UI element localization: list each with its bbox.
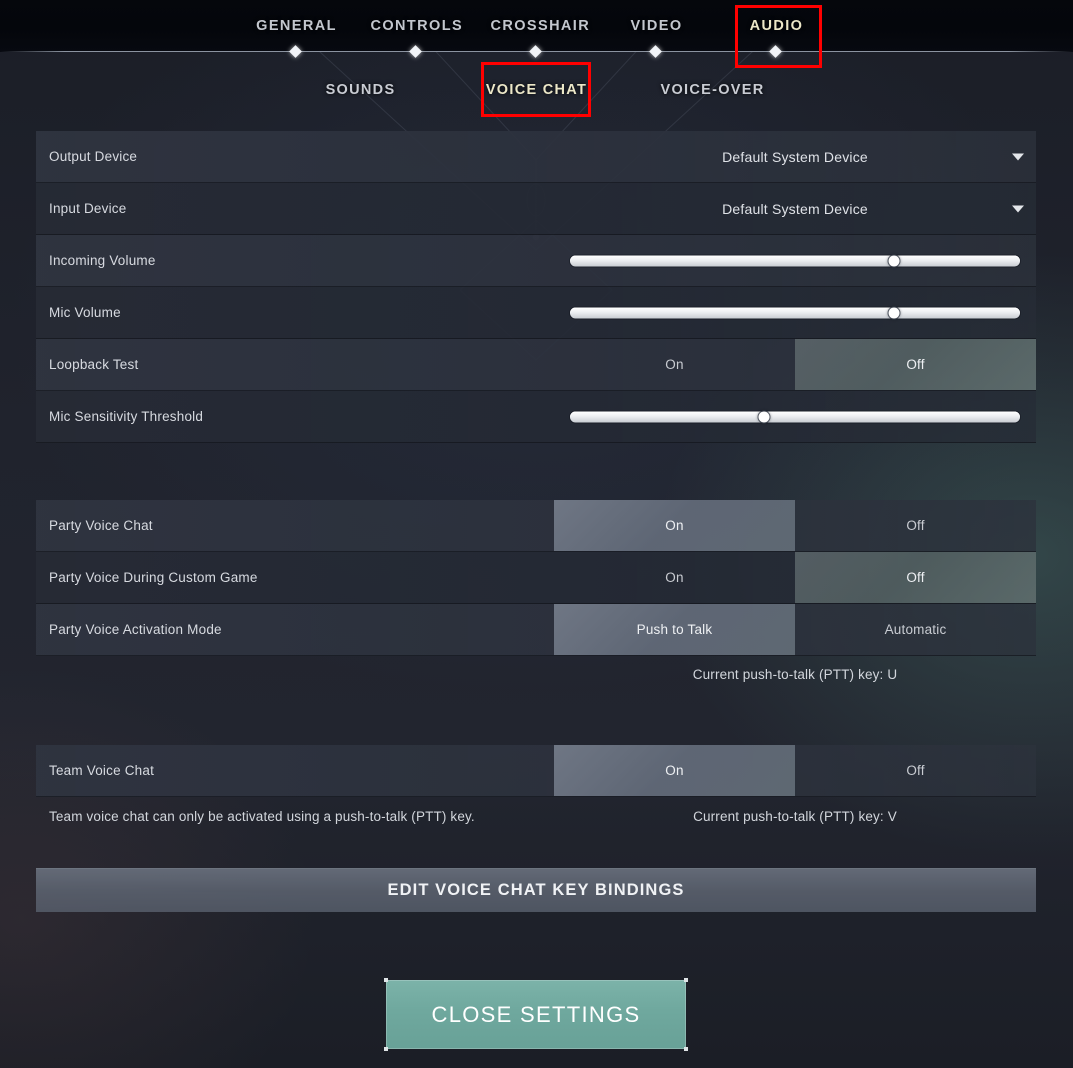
corner-marker-tr	[684, 978, 688, 982]
party-push-to-talk-key-note: Current push-to-talk (PTT) key: U	[692, 667, 898, 682]
setting-label: Output Device	[49, 149, 138, 164]
toggle-option-on[interactable]: On	[554, 552, 795, 603]
setting-control	[554, 235, 1036, 286]
setting-control: On Off	[554, 339, 1036, 390]
loopback-test-toggle: On Off	[554, 339, 1036, 390]
subtab-voice-chat[interactable]: VOICE CHAT	[449, 82, 625, 98]
setting-row-input-device: Input Device Default System Device	[36, 183, 1036, 235]
corner-marker-br	[684, 1047, 688, 1051]
tab-audio[interactable]: AUDIO	[717, 18, 837, 34]
toggle-option-automatic[interactable]: Automatic	[795, 604, 1036, 655]
tab-controls[interactable]: CONTROLS	[357, 18, 477, 34]
toggle-option-off[interactable]: Off	[795, 552, 1036, 603]
mic-volume-slider[interactable]	[570, 306, 1020, 320]
party-voice-settings-group: Party Voice Chat On Off Party Voice Duri…	[36, 500, 1036, 656]
setting-control: Default System Device	[554, 183, 1036, 234]
voice-device-settings-group: Output Device Default System Device Inpu…	[36, 131, 1036, 443]
toggle-option-on[interactable]: On	[554, 745, 795, 796]
toggle-option-off[interactable]: Off	[795, 745, 1036, 796]
setting-row-mic-sensitivity-threshold: Mic Sensitivity Threshold	[36, 391, 1036, 443]
slider-track[interactable]	[570, 411, 1020, 422]
chevron-down-icon	[1012, 205, 1024, 212]
party-voice-activation-toggle: Push to Talk Automatic	[554, 604, 1036, 655]
setting-row-incoming-volume: Incoming Volume	[36, 235, 1036, 287]
setting-label: Party Voice During Custom Game	[49, 570, 258, 585]
setting-label: Loopback Test	[49, 357, 139, 372]
toggle-option-off[interactable]: Off	[795, 500, 1036, 551]
setting-control: Default System Device	[554, 131, 1036, 182]
output-device-dropdown[interactable]: Default System Device	[554, 131, 1036, 182]
team-voice-helper-text: Team voice chat can only be activated us…	[49, 809, 475, 824]
setting-control: On Off	[554, 745, 1036, 796]
setting-label: Incoming Volume	[49, 253, 156, 268]
toggle-option-off[interactable]: Off	[795, 339, 1036, 390]
tab-video[interactable]: VIDEO	[597, 18, 717, 34]
setting-row-party-voice-chat: Party Voice Chat On Off	[36, 500, 1036, 552]
setting-label: Mic Sensitivity Threshold	[49, 409, 204, 424]
party-voice-chat-toggle: On Off	[554, 500, 1036, 551]
incoming-volume-slider[interactable]	[570, 254, 1020, 268]
slider-track[interactable]	[570, 255, 1020, 266]
setting-control: Push to Talk Automatic	[554, 604, 1036, 655]
setting-label: Party Voice Chat	[49, 518, 153, 533]
setting-row-party-voice-activation-mode: Party Voice Activation Mode Push to Talk…	[36, 604, 1036, 656]
setting-control: On Off	[554, 500, 1036, 551]
setting-label: Mic Volume	[49, 305, 121, 320]
setting-row-party-voice-custom-game: Party Voice During Custom Game On Off	[36, 552, 1036, 604]
tab-general[interactable]: GENERAL	[237, 18, 357, 34]
setting-control	[554, 287, 1036, 338]
valorant-settings-screen: GENERAL CONTROLS CROSSHAIR VIDEO AUDIO S…	[0, 0, 1073, 1068]
team-voice-chat-toggle: On Off	[554, 745, 1036, 796]
mic-sensitivity-slider[interactable]	[570, 410, 1020, 424]
setting-control: On Off	[554, 552, 1036, 603]
subtab-sounds[interactable]: SOUNDS	[273, 82, 449, 98]
slider-handle[interactable]	[758, 411, 769, 422]
toggle-option-push-to-talk[interactable]: Push to Talk	[554, 604, 795, 655]
input-device-dropdown[interactable]: Default System Device	[554, 183, 1036, 234]
audio-subtabs: SOUNDS VOICE CHAT VOICE-OVER	[0, 62, 1073, 118]
top-navigation-bar: GENERAL CONTROLS CROSSHAIR VIDEO AUDIO	[0, 0, 1073, 52]
settings-tabs: GENERAL CONTROLS CROSSHAIR VIDEO AUDIO	[0, 0, 1073, 52]
party-voice-custom-game-toggle: On Off	[554, 552, 1036, 603]
tab-crosshair[interactable]: CROSSHAIR	[477, 18, 597, 34]
edit-voice-chat-key-bindings-button[interactable]: EDIT VOICE CHAT KEY BINDINGS	[36, 868, 1036, 912]
setting-label: Party Voice Activation Mode	[49, 622, 222, 637]
subtab-voice-over[interactable]: VOICE-OVER	[625, 82, 801, 98]
setting-control	[554, 391, 1036, 442]
close-settings-button[interactable]: CLOSE SETTINGS	[386, 980, 686, 1049]
setting-row-team-voice-chat: Team Voice Chat On Off	[36, 745, 1036, 797]
chevron-down-icon	[1012, 153, 1024, 160]
slider-handle[interactable]	[888, 307, 900, 318]
setting-label: Input Device	[49, 201, 127, 216]
setting-row-mic-volume: Mic Volume	[36, 287, 1036, 339]
team-push-to-talk-key-note: Current push-to-talk (PTT) key: V	[693, 809, 897, 824]
close-settings-button-wrap: CLOSE SETTINGS	[384, 978, 688, 1051]
setting-row-loopback-test: Loopback Test On Off	[36, 339, 1036, 391]
dropdown-selected-value: Default System Device	[722, 148, 868, 165]
setting-label: Team Voice Chat	[49, 763, 155, 778]
corner-marker-tl	[384, 978, 388, 982]
slider-track[interactable]	[570, 307, 1020, 318]
team-voice-settings-group: Team Voice Chat On Off	[36, 745, 1036, 797]
dropdown-selected-value: Default System Device	[722, 200, 868, 217]
toggle-option-on[interactable]: On	[554, 339, 795, 390]
toggle-option-on[interactable]: On	[554, 500, 795, 551]
corner-marker-bl	[384, 1047, 388, 1051]
setting-row-output-device: Output Device Default System Device	[36, 131, 1036, 183]
slider-handle[interactable]	[888, 255, 900, 266]
